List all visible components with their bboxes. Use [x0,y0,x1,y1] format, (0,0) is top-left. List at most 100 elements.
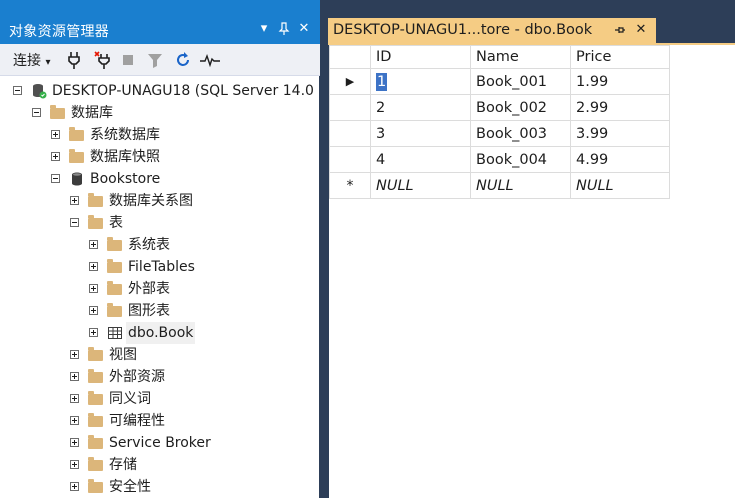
expand-icon[interactable] [70,438,79,447]
cell-name[interactable]: Book_003 [470,120,571,147]
connect-dropdown-icon[interactable]: ▾ [45,57,50,68]
cell-name[interactable]: NULL [470,172,571,199]
cell-name[interactable]: Book_001 [470,68,571,95]
cell-id[interactable]: 4 [370,146,471,173]
tree-node-graph-tables[interactable]: 图形表 [89,300,309,322]
expand-icon[interactable] [70,482,79,491]
tree-node-service-broker[interactable]: Service Broker [70,432,310,454]
tree-label-views: 视图 [109,347,137,363]
tree-node-views[interactable]: 视图 [70,344,310,366]
folder-icon [88,347,104,363]
expand-icon[interactable] [89,328,98,337]
connect-label: 连接 [13,53,41,69]
column-header-price[interactable]: Price [570,45,670,69]
expand-icon[interactable] [70,350,79,359]
tree-node-bookstore[interactable]: Bookstore [51,168,311,190]
table-row[interactable]: 2 Book_002 2.99 [329,94,670,121]
folder-icon [69,149,85,165]
tree-node-db-diagrams[interactable]: 数据库关系图 [70,190,310,212]
tree-node-dbo-book[interactable]: dbo.Book [89,322,309,344]
expand-icon[interactable] [70,460,79,469]
tab-close-icon[interactable]: ✕ [634,20,648,40]
cell-price[interactable]: NULL [570,172,670,199]
new-row[interactable]: * NULL NULL NULL [329,172,670,199]
cell-price[interactable]: 2.99 [570,94,670,121]
server-icon [31,83,47,99]
cell-id[interactable]: NULL [370,172,471,199]
table-row[interactable]: ▶ 1 Book_001 1.99 [329,68,670,95]
grid-header-row: ID Name Price [329,45,670,69]
filter-icon[interactable] [147,50,163,72]
activity-monitor-icon[interactable] [199,50,221,72]
expand-icon[interactable] [70,196,79,205]
stop-icon[interactable] [121,50,135,72]
tree-node-programmability[interactable]: 可编程性 [70,410,310,432]
document-tab-dbo-book[interactable]: DESKTOP-UNAGU1...tore - dbo.Book ✕ [328,18,656,43]
cell-price[interactable]: 4.99 [570,146,670,173]
folder-icon [88,391,104,407]
object-explorer-panel: 对象资源管理器 ▾ ✕ 连接 ▾ DESKTOP-UNAGU18 (SQL Se… [0,0,320,498]
cell-name[interactable]: Book_002 [470,94,571,121]
expand-icon[interactable] [89,262,98,271]
tree-label-databases: 数据库 [71,105,113,121]
expand-icon[interactable] [89,306,98,315]
pin-icon[interactable] [276,19,292,39]
tree-label-external-tables: 外部表 [128,281,170,297]
collapse-icon[interactable] [32,108,41,117]
expand-icon[interactable] [51,130,60,139]
tree-node-synonyms[interactable]: 同义词 [70,388,310,410]
folder-icon [107,259,123,275]
disconnect-icon[interactable] [93,50,111,72]
folder-icon [107,237,123,253]
cell-id[interactable]: 2 [370,94,471,121]
tree-node-databases[interactable]: 数据库 [32,102,312,124]
tab-pin-icon[interactable] [613,20,627,40]
collapse-icon[interactable] [70,218,79,227]
close-icon[interactable]: ✕ [296,19,312,39]
tree-node-security[interactable]: 安全性 [70,476,310,498]
row-selector[interactable] [329,146,371,173]
tree-node-database-snapshots[interactable]: 数据库快照 [51,146,311,168]
tree-node-storage[interactable]: 存储 [70,454,310,476]
connect-button[interactable]: 连接 ▾ [13,50,50,72]
tree-node-external-tables[interactable]: 外部表 [89,278,309,300]
tree-node-system-tables[interactable]: 系统表 [89,234,309,256]
tree-node-system-databases[interactable]: 系统数据库 [51,124,311,146]
new-row-marker[interactable]: * [329,172,371,199]
expand-icon[interactable] [51,152,60,161]
database-icon [69,171,85,187]
tree-node-tables[interactable]: 表 [70,212,310,234]
cell-id[interactable]: 1 [370,68,471,95]
table-row[interactable]: 4 Book_004 4.99 [329,146,670,173]
cell-price[interactable]: 3.99 [570,120,670,147]
row-selector[interactable] [329,94,371,121]
expand-icon[interactable] [70,394,79,403]
row-selector[interactable] [329,120,371,147]
cell-id-value[interactable]: 1 [376,72,388,91]
cell-id[interactable]: 3 [370,120,471,147]
expand-icon[interactable] [89,284,98,293]
collapse-icon[interactable] [13,86,22,95]
column-header-id[interactable]: ID [370,45,471,69]
grid-corner[interactable] [329,45,371,69]
connect-plug-icon[interactable] [67,50,81,72]
folder-icon [50,105,66,121]
table-row[interactable]: 3 Book_003 3.99 [329,120,670,147]
tree-label-bookstore: Bookstore [90,171,161,187]
ssms-window: 对象资源管理器 ▾ ✕ 连接 ▾ DESKTOP-UNAGU18 (SQL Se… [0,0,735,498]
refresh-icon[interactable] [174,50,192,72]
window-position-dropdown-icon[interactable]: ▾ [256,19,272,39]
tree-node-external-resources[interactable]: 外部资源 [70,366,310,388]
expand-icon[interactable] [70,372,79,381]
cell-price[interactable]: 1.99 [570,68,670,95]
expand-icon[interactable] [70,416,79,425]
object-explorer-toolbar: 连接 ▾ [0,44,320,76]
tree-node-server[interactable]: DESKTOP-UNAGU18 (SQL Server 14.0 [13,80,319,102]
collapse-icon[interactable] [51,174,60,183]
column-header-name[interactable]: Name [470,45,571,69]
folder-icon [88,369,104,385]
row-selector-current[interactable]: ▶ [329,68,371,95]
tree-node-file-tables[interactable]: FileTables [89,256,309,278]
cell-name[interactable]: Book_004 [470,146,571,173]
expand-icon[interactable] [89,240,98,249]
